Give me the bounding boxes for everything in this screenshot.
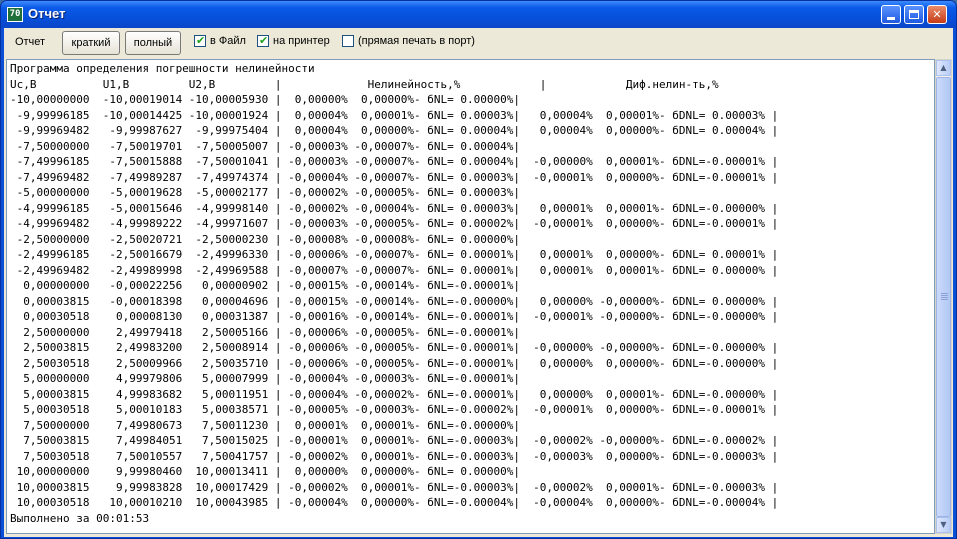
maximize-icon <box>909 10 919 19</box>
to-printer-checkbox[interactable]: на принтер <box>257 34 330 51</box>
direct-print-check-box[interactable] <box>342 35 354 48</box>
close-button[interactable]: ✕ <box>927 5 947 24</box>
maximize-button[interactable] <box>904 5 924 24</box>
report-button[interactable]: Отчет <box>7 31 53 55</box>
close-icon: ✕ <box>932 8 942 21</box>
grip-icon <box>941 293 948 294</box>
scroll-thumb[interactable] <box>936 77 951 517</box>
scroll-down-button[interactable]: ▼ <box>936 517 951 533</box>
window-client-area: Отчет краткий полный в Файл на принтер (… <box>4 28 953 537</box>
report-text-area[interactable]: Программа определения погрешности нелине… <box>6 59 935 534</box>
report-text[interactable]: Программа определения погрешности нелине… <box>7 60 934 526</box>
minimize-button[interactable] <box>881 5 901 24</box>
to-file-label: в Файл <box>210 35 246 48</box>
short-report-button[interactable]: краткий <box>62 31 120 55</box>
scroll-up-button[interactable]: ▲ <box>936 60 951 76</box>
direct-print-checkbox[interactable]: (прямая печать в порт) <box>342 35 475 51</box>
window-title: Отчет <box>28 6 66 21</box>
scroll-down-icon: ▼ <box>940 520 947 529</box>
to-file-checkbox[interactable]: в Файл <box>194 34 246 51</box>
app-icon: 70 <box>7 7 23 22</box>
toolbar: Отчет краткий полный в Файл на принтер (… <box>4 28 953 58</box>
title-bar[interactable]: 70 Отчет ✕ <box>1 1 956 28</box>
full-report-button[interactable]: полный <box>125 31 181 55</box>
report-window: 70 Отчет ✕ Отчет краткий полный в Файл н… <box>0 0 957 539</box>
to-file-check-box[interactable] <box>194 34 206 48</box>
direct-print-label: (прямая печать в порт) <box>358 35 475 48</box>
scroll-up-icon: ▲ <box>940 63 947 72</box>
to-printer-label: на принтер <box>273 35 330 48</box>
minimize-icon <box>887 17 895 20</box>
to-printer-check-box[interactable] <box>257 34 269 48</box>
vertical-scrollbar[interactable]: ▲ ▼ <box>935 59 952 534</box>
